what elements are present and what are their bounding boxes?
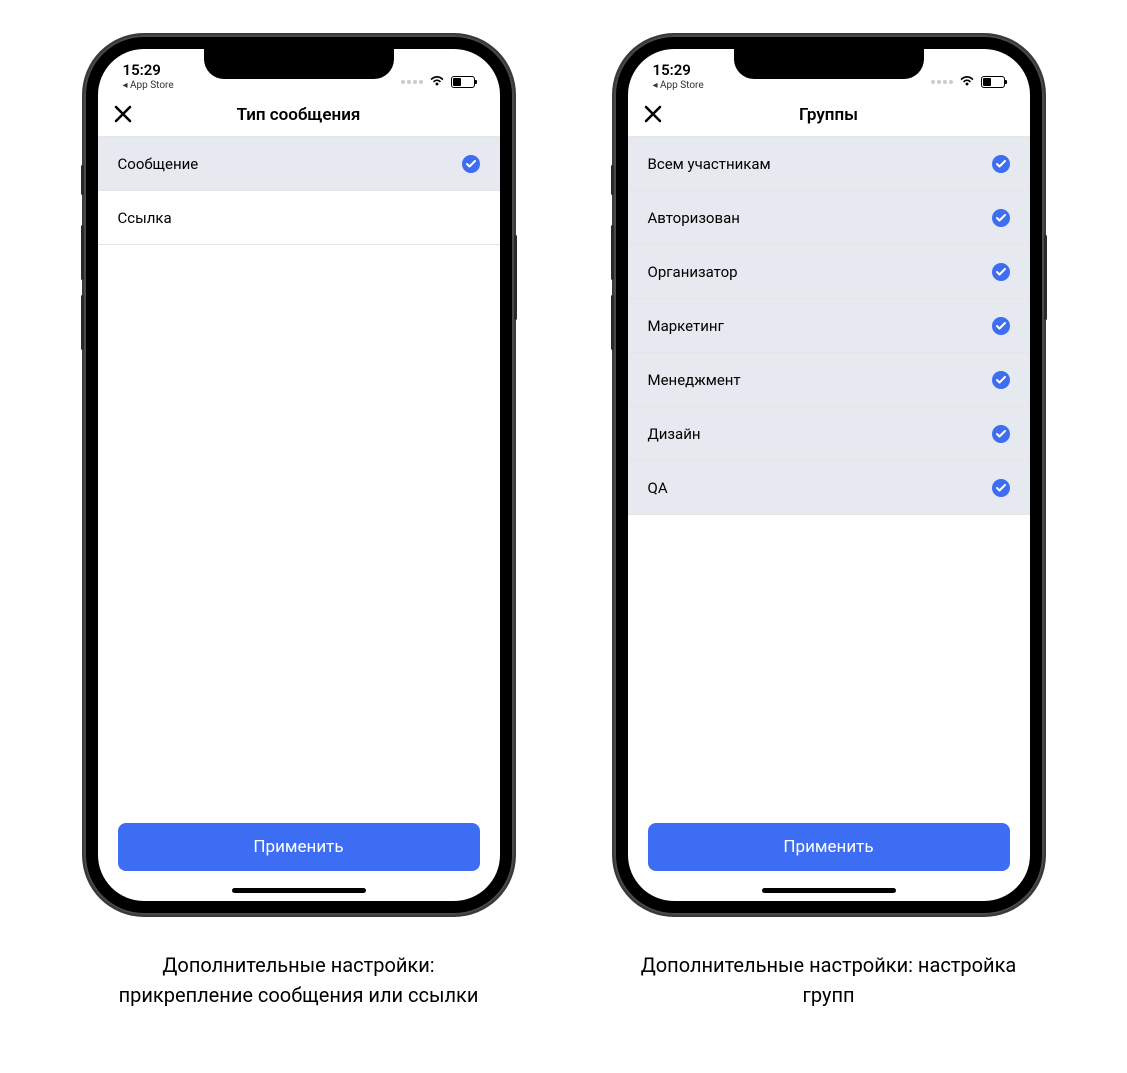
back-to-app[interactable]: ◂ App Store — [653, 80, 704, 91]
check-icon — [992, 371, 1010, 389]
back-to-app[interactable]: ◂ App Store — [123, 80, 174, 91]
caption-1: Дополнительные настройки: прикрепление с… — [99, 950, 499, 1010]
list-item[interactable]: Менеджмент — [628, 353, 1030, 407]
wifi-icon — [959, 73, 975, 91]
content-list: Сообщение Ссылка — [98, 137, 500, 823]
page-title: Тип сообщения — [237, 105, 361, 125]
check-icon — [992, 317, 1010, 335]
power-button — [514, 235, 517, 320]
check-icon — [992, 155, 1010, 173]
home-indicator[interactable] — [762, 888, 896, 893]
list-item[interactable]: QA — [628, 461, 1030, 515]
list-item-label: Менеджмент — [648, 371, 741, 389]
nav-header: Группы — [628, 93, 1030, 137]
list-item[interactable]: Авторизован — [628, 191, 1030, 245]
check-icon — [462, 155, 480, 173]
list-item[interactable]: Дизайн — [628, 407, 1030, 461]
notch — [204, 49, 394, 79]
wifi-icon — [429, 73, 445, 91]
check-icon — [992, 263, 1010, 281]
phone-1-wrapper: 15:29 ◂ App Store — [84, 35, 514, 1010]
list-item-label: Ссылка — [118, 209, 172, 227]
phone-frame-2: 15:29 ◂ App Store — [614, 35, 1044, 915]
apply-button[interactable]: Применить — [648, 823, 1010, 871]
check-icon — [992, 479, 1010, 497]
nav-header: Тип сообщения — [98, 93, 500, 137]
list-item[interactable]: Маркетинг — [628, 299, 1030, 353]
phone-2-wrapper: 15:29 ◂ App Store — [614, 35, 1044, 1010]
content-list: Всем участникам Авторизован Организатор Мар… — [628, 137, 1030, 823]
status-time: 15:29 — [123, 61, 161, 79]
mute-switch — [81, 165, 84, 195]
list-item-label: QA — [648, 479, 668, 497]
notch — [734, 49, 924, 79]
volume-down — [81, 295, 84, 350]
page-title: Группы — [799, 105, 858, 125]
list-item[interactable]: Ссылка — [98, 191, 500, 245]
caption-2: Дополнительные настройки: настройка груп… — [629, 950, 1029, 1010]
power-button — [1044, 235, 1047, 320]
list-item-label: Дизайн — [648, 425, 701, 443]
check-icon — [992, 209, 1010, 227]
close-icon[interactable] — [644, 103, 662, 127]
volume-down — [611, 295, 614, 350]
list-item-label: Сообщение — [118, 155, 199, 173]
phone-screen-2: 15:29 ◂ App Store — [628, 49, 1030, 901]
battery-icon — [451, 76, 475, 88]
list-item-label: Всем участникам — [648, 155, 771, 173]
list-item-label: Авторизован — [648, 209, 740, 227]
volume-up — [611, 225, 614, 280]
phone-frame-1: 15:29 ◂ App Store — [84, 35, 514, 915]
home-indicator[interactable] — [232, 888, 366, 893]
status-time: 15:29 — [653, 61, 691, 79]
close-icon[interactable] — [114, 103, 132, 127]
check-icon — [992, 425, 1010, 443]
apply-button[interactable]: Применить — [118, 823, 480, 871]
volume-up — [81, 225, 84, 280]
battery-icon — [981, 76, 1005, 88]
list-item[interactable]: Сообщение — [98, 137, 500, 191]
list-item[interactable]: Всем участникам — [628, 137, 1030, 191]
list-item-label: Маркетинг — [648, 317, 724, 335]
list-item-label: Организатор — [648, 263, 738, 281]
list-item[interactable]: Организатор — [628, 245, 1030, 299]
phone-screen-1: 15:29 ◂ App Store — [98, 49, 500, 901]
cellular-signal-icon — [401, 80, 423, 84]
cellular-signal-icon — [931, 80, 953, 84]
mute-switch — [611, 165, 614, 195]
